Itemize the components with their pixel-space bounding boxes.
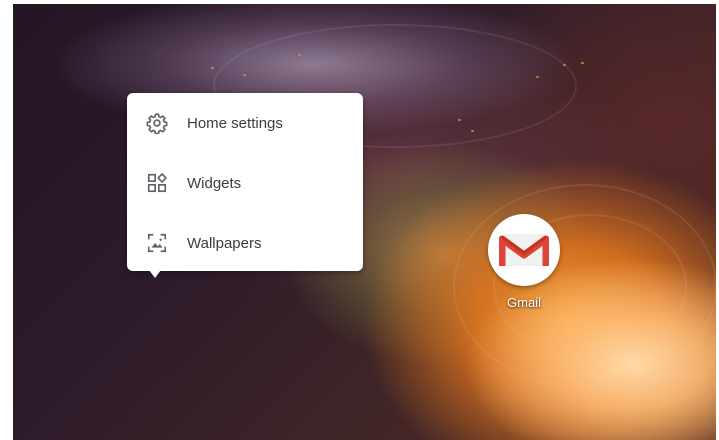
widgets-icon [145, 171, 169, 195]
wallpaper-speck [563, 64, 566, 66]
app-label: Gmail [507, 295, 541, 310]
home-screen-wallpaper[interactable] [13, 4, 716, 440]
gmail-icon [488, 214, 560, 286]
wallpaper-speck [536, 76, 539, 78]
menu-item-label: Widgets [187, 174, 242, 192]
wallpaper-speck [581, 62, 584, 64]
wallpaper-speck [471, 130, 474, 132]
home-long-press-menu: Home settings Widgets Wallpapers [127, 93, 363, 271]
gear-icon [145, 111, 169, 135]
menu-pointer [149, 270, 161, 278]
menu-item-home-settings[interactable]: Home settings [127, 93, 363, 153]
wallpaper-speck [211, 67, 214, 69]
app-icon-gmail[interactable]: Gmail [486, 214, 562, 314]
wallpaper-icon [145, 231, 169, 255]
wallpaper-speck [458, 119, 461, 121]
menu-item-label: Wallpapers [187, 234, 262, 252]
menu-item-widgets[interactable]: Widgets [127, 153, 363, 213]
menu-item-wallpapers[interactable]: Wallpapers [127, 213, 363, 273]
menu-item-label: Home settings [187, 114, 283, 132]
wallpaper-speck [243, 74, 246, 76]
wallpaper-speck [298, 54, 301, 56]
